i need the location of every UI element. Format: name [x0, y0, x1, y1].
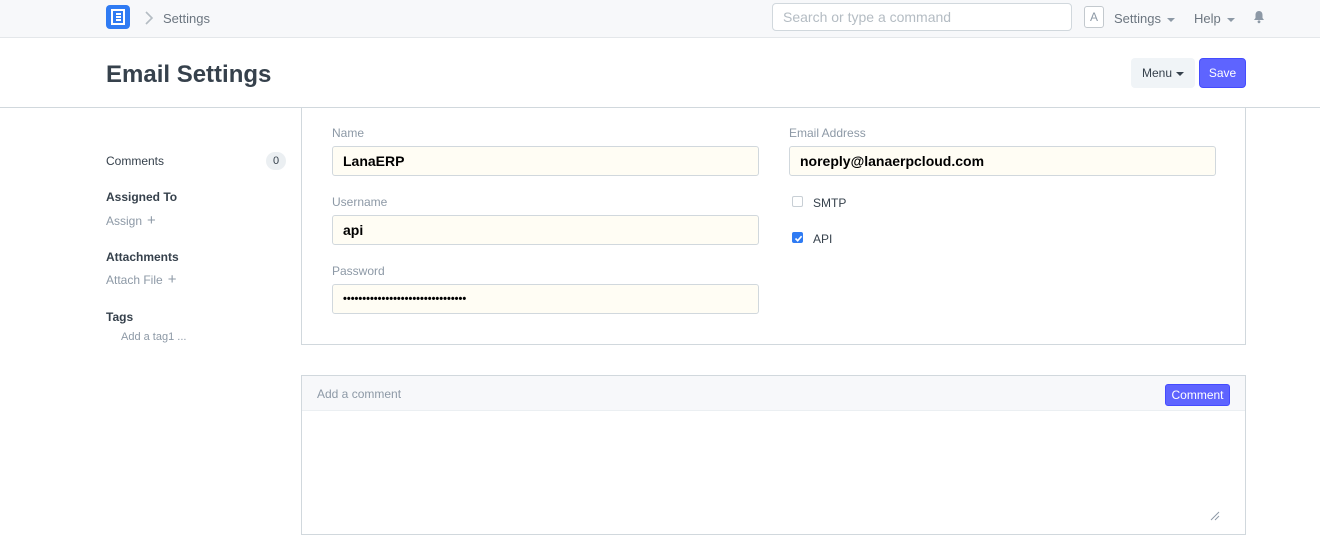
- comment-header: Add a comment Comment: [302, 376, 1245, 411]
- help-dropdown[interactable]: Help: [1194, 11, 1235, 26]
- menu-button-label: Menu: [1141, 66, 1173, 80]
- comment-placeholder[interactable]: Add a comment: [317, 387, 401, 401]
- caret-down-icon: [1226, 17, 1235, 22]
- api-checkbox[interactable]: [792, 232, 803, 243]
- username-label: Username: [332, 195, 388, 209]
- email-address-field[interactable]: noreply@lanaerpcloud.com: [789, 146, 1216, 176]
- menu-button[interactable]: Menu: [1131, 58, 1195, 88]
- app-logo-icon[interactable]: [106, 5, 130, 29]
- plus-icon: +: [167, 271, 177, 288]
- avatar[interactable]: A: [1084, 6, 1104, 28]
- attach-file-link[interactable]: Attach File +: [106, 271, 177, 288]
- comments-label: Comments: [106, 154, 165, 168]
- attachments-heading: Attachments: [106, 250, 179, 264]
- assigned-to-heading: Assigned To: [106, 190, 178, 204]
- api-label: API: [813, 232, 833, 246]
- name-label: Name: [332, 126, 365, 140]
- plus-icon: +: [147, 212, 156, 229]
- comment-box: Add a comment Comment: [301, 375, 1246, 535]
- name-field[interactable]: LanaERP: [332, 146, 759, 176]
- smtp-label: SMTP: [813, 196, 847, 210]
- caret-down-icon: [1176, 71, 1185, 76]
- username-field[interactable]: api: [332, 215, 759, 245]
- smtp-checkbox[interactable]: [792, 196, 803, 207]
- email-address-label: Email Address: [789, 126, 866, 140]
- top-navbar: Settings A Settings Help: [0, 0, 1320, 38]
- assign-link-label: Assign: [106, 214, 143, 228]
- save-button[interactable]: Save: [1199, 58, 1246, 88]
- chevron-right-icon: [145, 11, 154, 25]
- email-settings-form: Name LanaERP Username api Password •••••…: [301, 108, 1246, 345]
- notification-bell-icon[interactable]: [1252, 10, 1266, 24]
- add-tag-link[interactable]: Add a tag1 ...: [121, 331, 186, 343]
- checkmark-icon: [794, 235, 803, 242]
- password-label: Password: [332, 264, 385, 278]
- page-title: Email Settings: [106, 61, 272, 88]
- search-input[interactable]: [772, 3, 1072, 31]
- caret-down-icon: [1166, 17, 1175, 22]
- breadcrumb-settings[interactable]: Settings: [163, 11, 210, 26]
- tags-heading: Tags: [106, 310, 134, 324]
- password-field[interactable]: ••••••••••••••••••••••••••••••••: [332, 284, 759, 314]
- comment-button[interactable]: Comment: [1165, 384, 1230, 406]
- attach-file-link-label: Attach File: [106, 273, 163, 287]
- comments-count-badge: 0: [266, 152, 286, 170]
- help-dropdown-label: Help: [1194, 11, 1221, 26]
- settings-dropdown-label: Settings: [1114, 11, 1161, 26]
- page-header: Email Settings Menu Save: [0, 38, 1320, 108]
- resize-handle-icon[interactable]: [1210, 511, 1220, 521]
- assign-link[interactable]: Assign +: [106, 212, 156, 229]
- settings-dropdown[interactable]: Settings: [1114, 11, 1175, 26]
